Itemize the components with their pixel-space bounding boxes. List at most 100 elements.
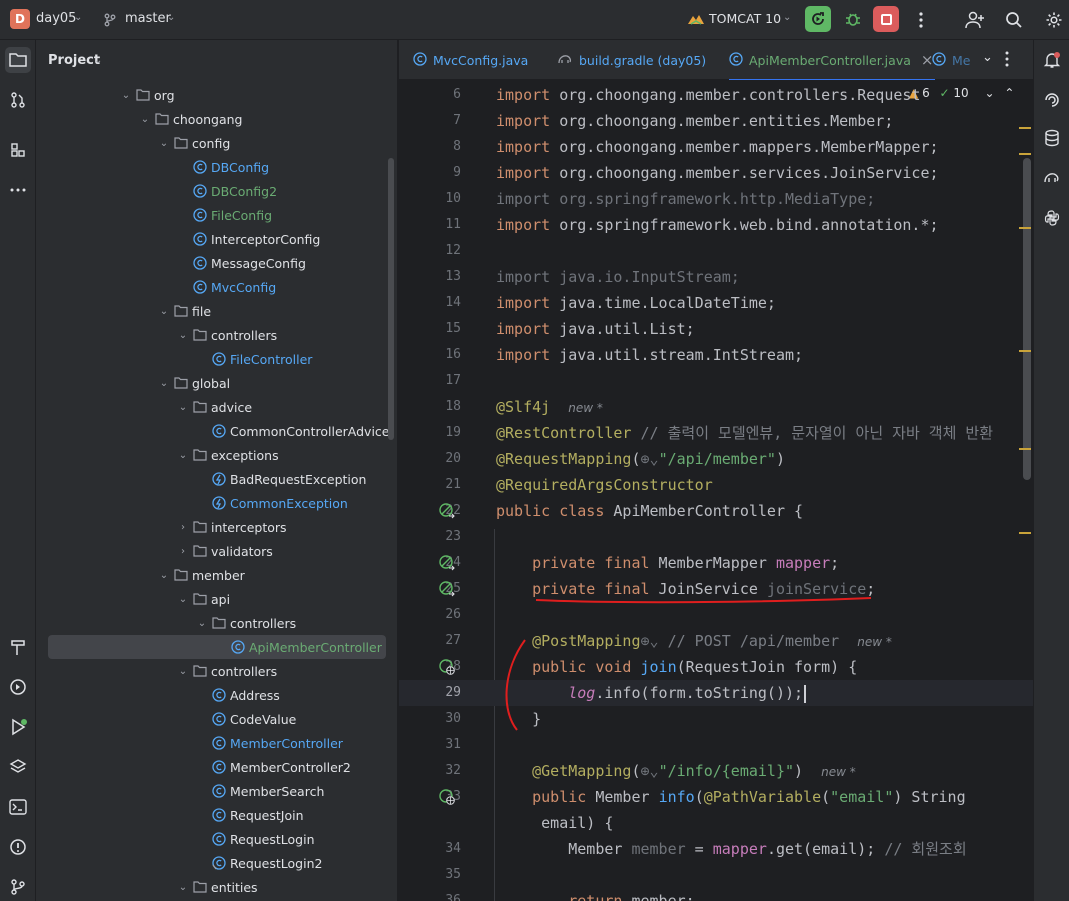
chevron-down-icon[interactable]: ⌄ [175, 666, 191, 677]
class-icon [191, 183, 209, 199]
tree-folder[interactable]: ⌄ global [48, 371, 386, 395]
search-icon[interactable] [1002, 8, 1026, 32]
run-config-name[interactable]: TOMCAT 10 [709, 11, 781, 26]
project-panel-title[interactable]: Project [48, 53, 100, 68]
tree-class[interactable]: MessageConfig [48, 251, 386, 275]
folder-icon[interactable] [5, 47, 31, 73]
chevron-down-icon[interactable]: ⌄ [175, 330, 191, 341]
tree-folder[interactable]: ⌄ org [48, 83, 386, 107]
tree-class[interactable]: CommonControllerAdvice [48, 419, 390, 443]
tree-folder[interactable]: ⌄ file [48, 299, 386, 323]
tree-class[interactable]: MemberSearch [48, 779, 386, 803]
scrollbar-thumb[interactable] [388, 158, 394, 440]
structure-icon[interactable] [5, 137, 31, 163]
class-icon [191, 279, 209, 295]
more-vertical-icon[interactable] [909, 8, 933, 32]
tree-folder[interactable]: ⌄ controllers [48, 659, 386, 683]
folder-icon [191, 519, 209, 535]
class-icon [210, 855, 228, 871]
tree-class[interactable]: MemberController2 [48, 755, 386, 779]
chevron-down-icon[interactable]: ⌄ [156, 378, 172, 389]
chevron-down-icon[interactable]: ⌄ [175, 402, 191, 413]
chevron-down-icon[interactable]: ⌄ [167, 12, 175, 23]
tab-mvcconfig[interactable]: MvcConfig.java [413, 40, 528, 80]
tree-class[interactable]: DBConfig2 [48, 179, 386, 203]
project-name[interactable]: day05 [36, 11, 76, 26]
python-icon[interactable] [1043, 209, 1061, 231]
chevron-down-icon[interactable]: ⌄ [156, 570, 172, 581]
tabs-dropdown-chevron-icon[interactable]: ⌄ [982, 50, 993, 65]
tree-class[interactable]: MvcConfig [48, 275, 386, 299]
layers-icon[interactable] [5, 754, 31, 780]
chevron-down-icon[interactable]: ⌄ [137, 114, 153, 125]
notifications-icon[interactable] [1043, 51, 1061, 73]
tree-item-label: file [192, 303, 212, 319]
problems-icon[interactable] [5, 834, 31, 860]
services-icon[interactable] [5, 674, 31, 700]
commit-icon[interactable] [5, 87, 31, 113]
tree-class[interactable]: ApiMemberController [48, 635, 386, 659]
chevron-right-icon[interactable]: › [175, 522, 191, 533]
tree-class[interactable]: CommonException [48, 491, 386, 515]
database-icon[interactable] [1043, 129, 1061, 151]
chevron-down-icon[interactable]: ⌄ [175, 594, 191, 605]
tree-folder[interactable]: ⌄ exceptions [48, 443, 386, 467]
tree-folder[interactable]: ⌄ config [48, 131, 386, 155]
tree-class[interactable]: Address [48, 683, 386, 707]
tree-item-label: FileConfig [211, 207, 273, 223]
tree-folder[interactable]: › interceptors [48, 515, 386, 539]
add-user-icon[interactable] [963, 8, 987, 32]
gradle-icon[interactable] [1043, 169, 1061, 189]
chevron-down-icon[interactable]: ⌄ [783, 12, 791, 23]
tree-class[interactable]: CodeValue [48, 707, 386, 731]
tab-apimembercontroller[interactable]: ApiMemberController.java × [729, 40, 936, 81]
ai-assistant-icon[interactable] [1043, 91, 1061, 113]
tree-item-label: exceptions [211, 447, 279, 463]
chevron-down-icon[interactable]: ⌄ [194, 618, 210, 629]
debug-icon[interactable] [841, 7, 865, 31]
gear-icon[interactable] [1042, 8, 1066, 32]
rerun-button[interactable] [805, 6, 831, 32]
chevron-down-icon[interactable]: ⌄ [118, 90, 134, 101]
tree-class[interactable]: MemberController [48, 731, 386, 755]
tree-class[interactable]: FileController [48, 347, 386, 371]
project-badge[interactable]: D [10, 9, 30, 29]
tree-folder[interactable]: ⌄ api [48, 587, 386, 611]
tree-class[interactable]: InterceptorConfig [48, 227, 386, 251]
tab-more[interactable]: Me [932, 40, 970, 80]
chevron-down-icon[interactable]: ⌄ [156, 138, 172, 149]
more-vertical-icon[interactable] [1005, 51, 1009, 71]
tree-class[interactable]: DBConfig [48, 155, 386, 179]
tree-folder[interactable]: › validators [48, 539, 386, 563]
tree-folder[interactable]: ⌄ controllers [48, 323, 386, 347]
tree-folder[interactable]: ⌄ entities [48, 875, 386, 899]
class-icon [210, 783, 228, 799]
tree-class[interactable]: RequestLogin2 [48, 851, 386, 875]
stop-button[interactable] [873, 6, 899, 32]
tree-folder[interactable]: ⌄ controllers [48, 611, 386, 635]
git-icon[interactable] [5, 874, 31, 900]
branch-name[interactable]: master [125, 11, 171, 26]
run-icon[interactable] [5, 714, 31, 740]
tree-folder[interactable]: ⌄ advice [48, 395, 386, 419]
tree-class[interactable]: BadRequestException [48, 467, 386, 491]
chevron-down-icon[interactable]: ⌄ [175, 882, 191, 893]
chevron-down-icon[interactable]: ⌄ [156, 306, 172, 317]
build-hammer-icon[interactable] [5, 634, 31, 660]
chevron-down-icon[interactable]: ⌄ [175, 450, 191, 461]
tab-build-gradle[interactable]: build.gradle (day05) [557, 40, 706, 80]
folder-icon [191, 879, 209, 895]
tree-class[interactable]: FileConfig [48, 203, 386, 227]
code-editor[interactable]: ▲ 6 ✓ 10 ⌄ ⌃ 6 import org.choongang.membe… [399, 80, 1033, 901]
chevron-down-icon[interactable]: ⌄ [94, 55, 102, 66]
chevron-right-icon[interactable]: › [175, 546, 191, 557]
tree-class[interactable]: RequestJoin [48, 803, 386, 827]
tree-item-label: DBConfig [211, 159, 270, 175]
chevron-down-icon[interactable]: ⌄ [74, 12, 82, 23]
class-icon [229, 639, 247, 655]
tree-folder[interactable]: ⌄ member [48, 563, 386, 587]
tree-folder[interactable]: ⌄ choongang [48, 107, 386, 131]
more-horizontal-icon[interactable] [5, 177, 31, 203]
tree-class[interactable]: RequestLogin [48, 827, 386, 851]
terminal-icon[interactable] [5, 794, 31, 820]
